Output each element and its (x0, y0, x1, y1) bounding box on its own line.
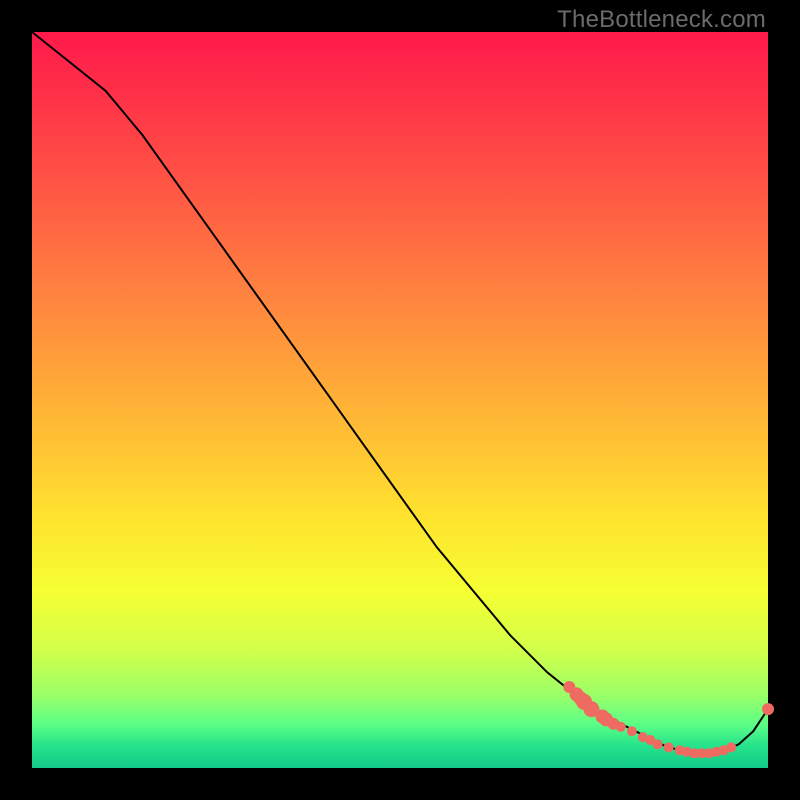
data-point (762, 703, 774, 715)
data-point (653, 739, 663, 749)
data-point (616, 722, 626, 732)
chart-frame: TheBottleneck.com (0, 0, 800, 800)
data-point (627, 726, 637, 736)
dots-group (563, 681, 774, 758)
plot-area (32, 32, 768, 768)
data-point (726, 742, 736, 752)
watermark-text: TheBottleneck.com (557, 6, 766, 34)
curve-path (32, 32, 768, 753)
chart-svg (32, 32, 768, 768)
data-point (664, 742, 674, 752)
